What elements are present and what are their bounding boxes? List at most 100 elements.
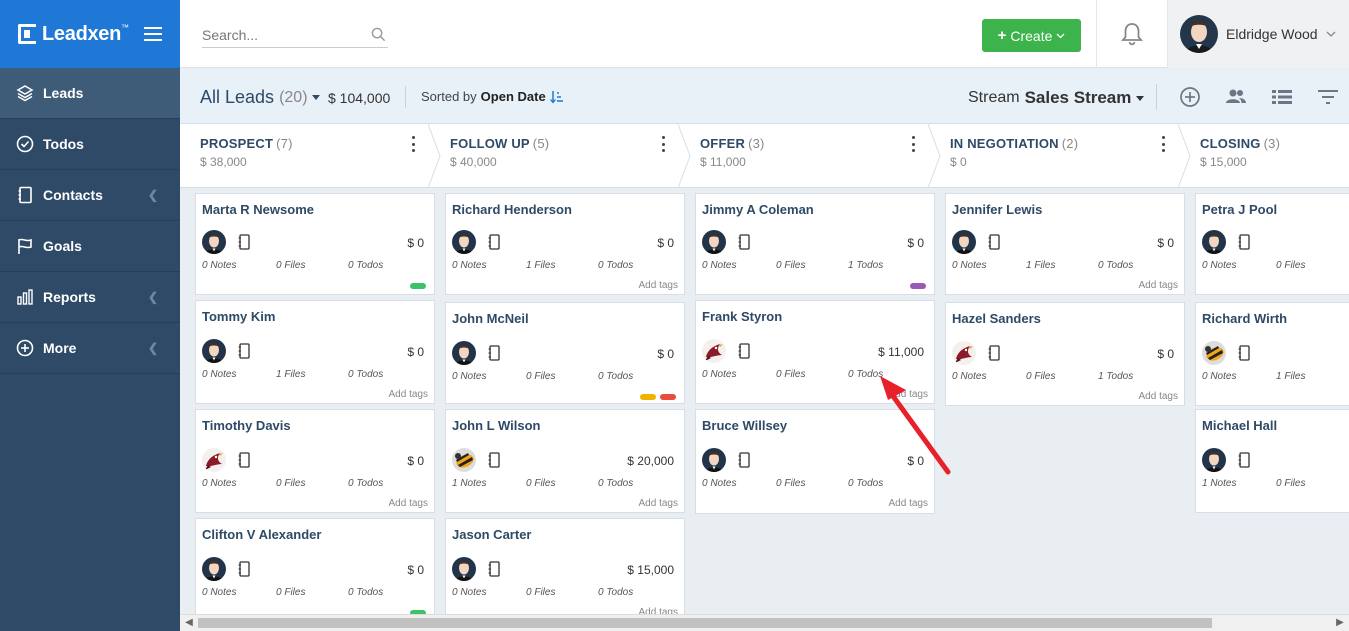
contact-card-icon[interactable]: [988, 234, 1000, 250]
contact-card-icon[interactable]: [238, 452, 250, 468]
lead-card[interactable]: Tommy Kim $ 0 0 Notes 1 Files 0 Todos Add tag…: [195, 300, 435, 404]
files-count[interactable]: 1 Files: [1026, 260, 1055, 271]
notifications-button[interactable]: [1096, 0, 1167, 68]
notes-count[interactable]: 0 Notes: [202, 369, 236, 380]
todos-count[interactable]: 0 Todos: [598, 371, 633, 382]
lead-card[interactable]: John L Wilson $ 20,000 1 Notes 0 Files 0 Tod…: [445, 409, 685, 513]
notes-count[interactable]: 1 Notes: [1202, 478, 1236, 489]
files-count[interactable]: 0 Files: [526, 587, 555, 598]
sidebar-item-reports[interactable]: Reports ❮: [0, 272, 180, 323]
sidebar-item-leads[interactable]: Leads: [0, 68, 180, 119]
stage-header[interactable]: IN NEGOTIATION (2) $ 0: [930, 124, 1191, 188]
lead-name[interactable]: John L Wilson: [452, 418, 540, 433]
add-tags-link[interactable]: Add tags: [389, 498, 428, 509]
lead-card[interactable]: Marta R Newsome $ 0 0 Notes 0 Files 0 Todos: [195, 193, 435, 295]
files-count[interactable]: 1 Files: [1276, 371, 1305, 382]
lead-name[interactable]: Hazel Sanders: [952, 311, 1041, 326]
files-count[interactable]: 0 Files: [526, 371, 555, 382]
notes-count[interactable]: 0 Notes: [702, 260, 736, 271]
files-count[interactable]: 0 Files: [526, 478, 555, 489]
lead-name[interactable]: Richard Henderson: [452, 202, 572, 217]
stage-menu-icon[interactable]: [1158, 136, 1168, 152]
contact-card-icon[interactable]: [1238, 345, 1250, 361]
filter-icon[interactable]: [1315, 84, 1341, 110]
tag-pill[interactable]: [660, 394, 676, 400]
add-tags-link[interactable]: Add tags: [1139, 280, 1178, 291]
lead-name[interactable]: Jason Carter: [452, 527, 531, 542]
notes-count[interactable]: 0 Notes: [452, 587, 486, 598]
sidebar-item-todos[interactable]: Todos: [0, 119, 180, 170]
todos-count[interactable]: 0 Todos: [1098, 260, 1133, 271]
stage-header[interactable]: OFFER (3) $ 11,000: [680, 124, 941, 188]
notes-count[interactable]: 0 Notes: [202, 587, 236, 598]
tag-pill[interactable]: [910, 283, 926, 289]
lead-name[interactable]: Bruce Willsey: [702, 418, 787, 433]
notes-count[interactable]: 0 Notes: [202, 478, 236, 489]
contact-card-icon[interactable]: [1238, 234, 1250, 250]
notes-count[interactable]: 0 Notes: [1202, 371, 1236, 382]
add-tags-link[interactable]: Add tags: [639, 280, 678, 291]
contact-card-icon[interactable]: [488, 452, 500, 468]
sidebar-item-contacts[interactable]: Contacts ❮: [0, 170, 180, 221]
contact-card-icon[interactable]: [488, 561, 500, 577]
notes-count[interactable]: 1 Notes: [452, 478, 486, 489]
lead-name[interactable]: Marta R Newsome: [202, 202, 314, 217]
files-count[interactable]: 1 Files: [526, 260, 555, 271]
notes-count[interactable]: 0 Notes: [702, 478, 736, 489]
notes-count[interactable]: 0 Notes: [952, 260, 986, 271]
search-input[interactable]: [202, 26, 362, 43]
stage-menu-icon[interactable]: [658, 136, 668, 152]
stage-header[interactable]: CLOSING (3) $ 15,000: [1180, 124, 1349, 188]
sidebar-item-more[interactable]: More ❮: [0, 323, 180, 374]
contact-card-icon[interactable]: [488, 345, 500, 361]
lead-card[interactable]: Jimmy A Coleman $ 0 0 Notes 0 Files 1 Todos: [695, 193, 935, 295]
lead-card[interactable]: Jennifer Lewis $ 0 0 Notes 1 Files 0 Todos Ad…: [945, 193, 1185, 295]
files-count[interactable]: 0 Files: [776, 369, 805, 380]
add-tags-link[interactable]: Add tags: [389, 389, 428, 400]
todos-count[interactable]: 1 Todos: [848, 260, 883, 271]
notes-count[interactable]: 0 Notes: [202, 260, 236, 271]
add-lead-icon[interactable]: [1177, 84, 1203, 110]
all-leads-dropdown[interactable]: All Leads (20): [200, 87, 320, 108]
lead-name[interactable]: Timothy Davis: [202, 418, 291, 433]
lead-name[interactable]: Tommy Kim: [202, 309, 275, 324]
todos-count[interactable]: 0 Todos: [598, 260, 633, 271]
stage-header[interactable]: PROSPECT (7) $ 38,000: [180, 124, 441, 188]
lead-card[interactable]: Hazel Sanders $ 00 Notes 0 Files 1 Todos Add…: [945, 302, 1185, 406]
tag-pill[interactable]: [640, 394, 656, 400]
files-count[interactable]: 0 Files: [776, 260, 805, 271]
contact-card-icon[interactable]: [488, 234, 500, 250]
add-tags-link[interactable]: Add tags: [889, 498, 928, 509]
contact-card-icon[interactable]: [738, 452, 750, 468]
lead-card[interactable]: Richard Henderson $ 0 0 Notes 1 Files 0 Todo…: [445, 193, 685, 295]
contact-card-icon[interactable]: [738, 234, 750, 250]
notes-count[interactable]: 0 Notes: [452, 371, 486, 382]
lead-name[interactable]: Clifton V Alexander: [202, 527, 321, 542]
lead-name[interactable]: Frank Styron: [702, 309, 782, 324]
sidebar-item-goals[interactable]: Goals: [0, 221, 180, 272]
stage-header[interactable]: FOLLOW UP (5) $ 40,000: [430, 124, 691, 188]
files-count[interactable]: 0 Files: [276, 478, 305, 489]
user-menu[interactable]: Eldridge Wood: [1167, 0, 1349, 68]
files-count[interactable]: 0 Files: [1276, 478, 1305, 489]
lead-name[interactable]: Jimmy A Coleman: [702, 202, 814, 217]
scroll-right-icon[interactable]: ▶: [1333, 617, 1347, 628]
add-tags-link[interactable]: Add tags: [1139, 391, 1178, 402]
lead-name[interactable]: John McNeil: [452, 311, 529, 326]
todos-count[interactable]: 0 Todos: [348, 260, 383, 271]
files-count[interactable]: 0 Files: [1276, 260, 1305, 271]
stage-menu-icon[interactable]: [908, 136, 918, 152]
stream-selector[interactable]: Stream Sales Stream: [968, 88, 1145, 108]
horizontal-scrollbar[interactable]: ◀ ▶: [180, 614, 1349, 631]
brand-logo[interactable]: Leadxen™: [18, 23, 129, 46]
list-view-icon[interactable]: [1269, 84, 1295, 110]
lead-card[interactable]: Petra J Pool 0 Notes 0 Files: [1195, 193, 1349, 295]
contact-card-icon[interactable]: [238, 234, 250, 250]
lead-card[interactable]: Richard Wirth 0 Notes 1 Files: [1195, 302, 1349, 406]
create-button[interactable]: + Create: [982, 19, 1081, 52]
contact-card-icon[interactable]: [988, 345, 1000, 361]
files-count[interactable]: 0 Files: [276, 260, 305, 271]
lead-name[interactable]: Richard Wirth: [1202, 311, 1287, 326]
add-tags-link[interactable]: Add tags: [639, 607, 678, 614]
files-count[interactable]: 1 Files: [276, 369, 305, 380]
